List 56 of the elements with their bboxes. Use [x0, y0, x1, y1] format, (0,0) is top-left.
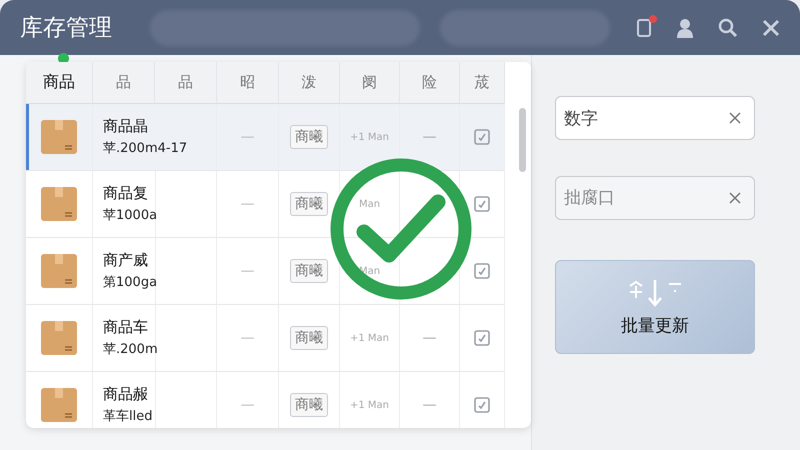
column-header[interactable]: 商品 — [26, 62, 93, 104]
product-spec: 苹.200m4-17 — [103, 140, 188, 157]
product-name: 商品车 — [103, 318, 148, 337]
tag-label: 商曦 — [290, 393, 328, 417]
change-text: +1 Man — [350, 400, 389, 410]
box-icon — [41, 388, 77, 422]
update-button[interactable]: 批量更新 — [555, 260, 755, 354]
checkbox[interactable] — [474, 196, 490, 212]
box-icon — [41, 254, 77, 288]
user-icon[interactable] — [676, 18, 694, 38]
product-spec: 苹.200m — [103, 341, 158, 358]
change-text: +1 Man — [350, 132, 389, 142]
change-text: +1 Man — [350, 332, 389, 344]
scrollbar[interactable] — [519, 108, 526, 172]
dash-text: — — [422, 129, 436, 145]
checkbox[interactable] — [474, 330, 490, 346]
clear-icon[interactable] — [729, 112, 741, 124]
box-icon — [41, 321, 77, 355]
checkbox[interactable] — [474, 397, 490, 413]
product-spec: 第100ga — [103, 274, 158, 291]
search-icon[interactable] — [718, 18, 738, 38]
app-title: 库存管理 — [20, 14, 113, 43]
tag-label: 商曦 — [290, 192, 328, 216]
tag-label: 商曦 — [290, 326, 328, 350]
column-header[interactable]: 泼 — [279, 62, 340, 104]
column-header[interactable]: 昭 — [217, 62, 279, 104]
dash-text: — — [240, 397, 254, 413]
tag-label: 商曦 — [290, 125, 328, 149]
product-name: 商品晶 — [103, 117, 148, 136]
box-icon — [41, 187, 77, 221]
close-icon[interactable] — [762, 18, 780, 36]
dash-text: — — [422, 330, 436, 346]
product-spec: 革车lled — [103, 408, 152, 425]
column-header[interactable]: 品 — [93, 62, 155, 104]
column-header[interactable]: 阌 — [340, 62, 400, 104]
column-header[interactable]: 荿 — [460, 62, 505, 104]
tag-label: 商曦 — [290, 259, 328, 283]
product-name: 商品复 — [103, 184, 148, 203]
clear-icon[interactable] — [729, 192, 741, 204]
dash-text: — — [240, 330, 254, 346]
input-field[interactable]: 拙腐口 — [555, 176, 755, 220]
checkbox[interactable] — [474, 263, 490, 279]
dash-text: — — [422, 397, 436, 413]
product-name: 商产威 — [103, 251, 148, 270]
column-header[interactable]: 险 — [400, 62, 460, 104]
change-text: Man — [358, 198, 380, 210]
input-field[interactable]: 数字 — [555, 96, 755, 140]
checkbox[interactable] — [474, 129, 490, 145]
dash-text: — — [240, 196, 254, 212]
dash-text: — — [240, 129, 254, 145]
column-header[interactable]: 品 — [155, 62, 217, 104]
product-name: 商品赧 — [103, 385, 148, 404]
product-spec: 苹1000a — [103, 207, 158, 224]
box-icon — [41, 120, 77, 154]
document-icon[interactable] — [636, 18, 652, 38]
dash-text: — — [240, 263, 254, 279]
